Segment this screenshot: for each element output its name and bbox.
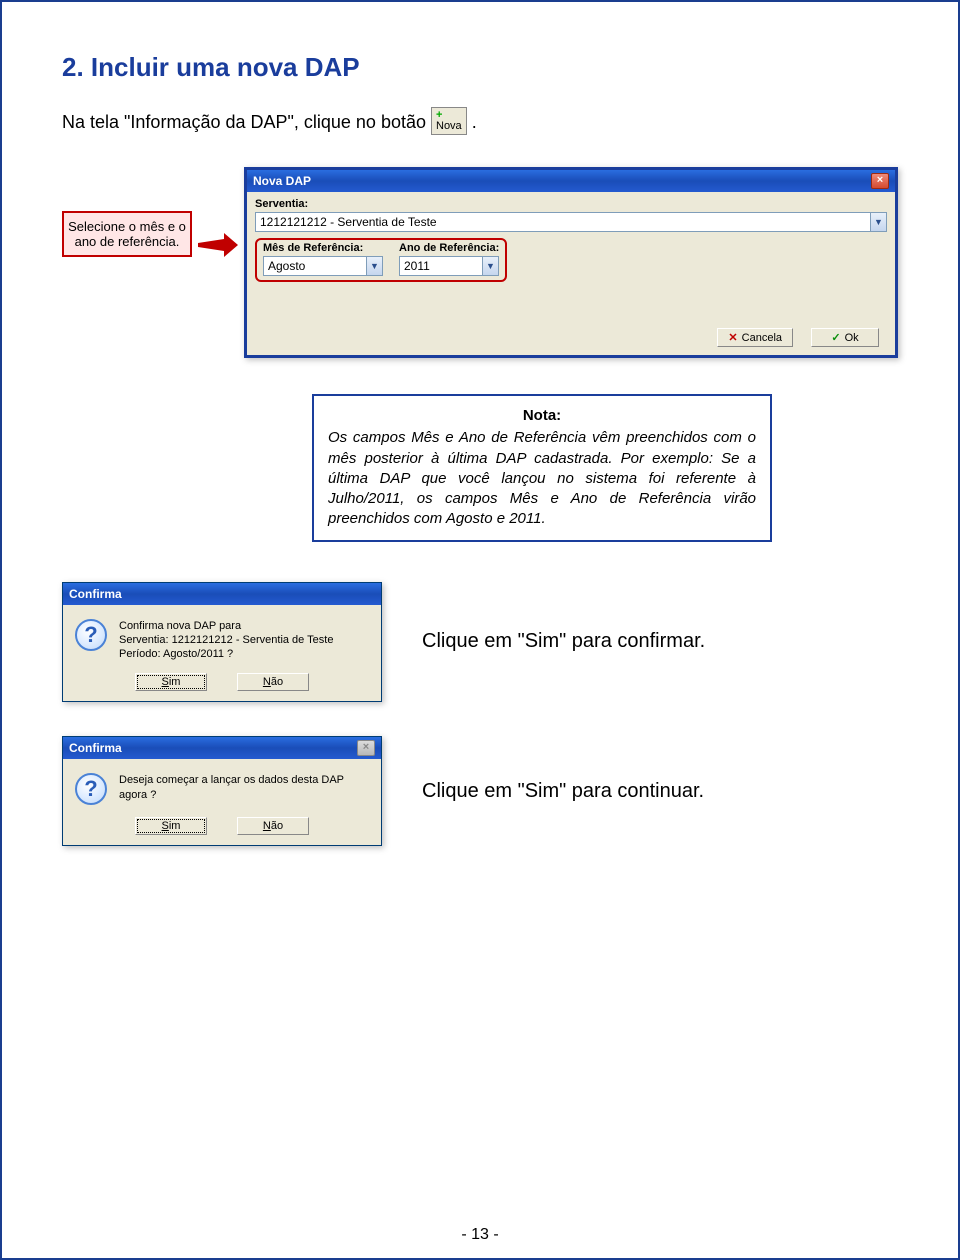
confirm1-instruction: Clique em "Sim" para confirmar.: [422, 630, 705, 653]
ok-label: Ok: [845, 332, 859, 344]
confirm2-text: Deseja começar a lançar os dados desta D…: [119, 773, 369, 805]
ok-button[interactable]: ✓ Ok: [811, 328, 879, 347]
serventia-label: Serventia:: [255, 198, 887, 210]
chevron-down-icon: ▼: [366, 257, 382, 275]
callout-arrow: [198, 233, 238, 263]
confirm1-title: Confirma: [69, 587, 122, 601]
nao-label: Não: [263, 676, 283, 688]
sim-label: Sim: [162, 820, 181, 832]
cancel-label: Cancela: [742, 332, 782, 344]
confirm1-text: Confirma nova DAP para Serventia: 121212…: [119, 619, 333, 662]
check-icon: ✓: [831, 331, 840, 344]
section-title: 2. Incluir uma nova DAP: [62, 52, 898, 83]
confirm2-line1: Deseja começar a lançar os dados desta D…: [119, 773, 369, 802]
nova-dap-buttons: ✕ Cancela ✓ Ok: [247, 320, 895, 355]
question-icon: ?: [75, 773, 107, 805]
note-title: Nota:: [328, 406, 756, 426]
nova-dap-titlebar: Nova DAP ×: [247, 170, 895, 192]
mes-label: Mês de Referência:: [263, 242, 383, 254]
intro-line: Na tela "Informação da DAP", clique no b…: [62, 109, 898, 137]
note-box: Nota: Os campos Mês e Ano de Referência …: [312, 394, 772, 542]
confirm1-line3: Período: Agosto/2011 ?: [119, 647, 333, 661]
cancel-button[interactable]: ✕ Cancela: [717, 328, 793, 347]
sim-label: Sim: [162, 676, 181, 688]
nao-button[interactable]: Não: [237, 817, 309, 835]
nova-button-inline[interactable]: + Nova: [431, 107, 467, 135]
confirm-dialog-2: Confirma × ? Deseja começar a lançar os …: [62, 736, 382, 846]
close-icon: ×: [357, 740, 375, 756]
chevron-down-icon: ▼: [482, 257, 498, 275]
reference-highlight: Mês de Referência: Agosto ▼ Ano de Refer…: [255, 238, 507, 282]
mes-value: Agosto: [268, 259, 305, 273]
confirm2-instruction: Clique em "Sim" para continuar.: [422, 780, 704, 803]
nao-button[interactable]: Não: [237, 673, 309, 691]
confirm2-title: Confirma: [69, 741, 122, 755]
mes-select[interactable]: Agosto ▼: [263, 256, 383, 276]
confirm-dialog-1: Confirma ? Confirma nova DAP para Serven…: [62, 582, 382, 703]
serventia-value: 1212121212 - Serventia de Teste: [260, 215, 437, 229]
page-number: - 13 -: [2, 1226, 958, 1244]
confirm1-titlebar: Confirma: [63, 583, 381, 605]
sim-button[interactable]: Sim: [135, 817, 207, 835]
confirm1-line2: Serventia: 1212121212 - Serventia de Tes…: [119, 633, 333, 647]
intro-suffix: .: [472, 112, 477, 132]
nao-label: Não: [263, 820, 283, 832]
ano-value: 2011: [404, 259, 430, 273]
question-icon: ?: [75, 619, 107, 651]
nova-dap-dialog: Nova DAP × Serventia: 1212121212 - Serve…: [244, 167, 898, 358]
ano-label: Ano de Referência:: [399, 242, 499, 254]
sim-button[interactable]: Sim: [135, 673, 207, 691]
x-icon: ✕: [728, 331, 737, 344]
serventia-select[interactable]: 1212121212 - Serventia de Teste ▼: [255, 212, 887, 232]
nova-dap-title: Nova DAP: [253, 174, 311, 188]
close-icon[interactable]: ×: [871, 173, 889, 189]
nova-label: Nova: [436, 120, 462, 132]
intro-prefix: Na tela "Informação da DAP", clique no b…: [62, 112, 431, 132]
ano-select[interactable]: 2011 ▼: [399, 256, 499, 276]
confirm1-line1: Confirma nova DAP para: [119, 619, 333, 633]
chevron-down-icon: ▼: [870, 213, 886, 231]
callout-reference: Selecione o mês e o ano de referência.: [62, 211, 192, 257]
note-body: Os campos Mês e Ano de Referência vêm pr…: [328, 429, 756, 527]
confirm2-titlebar: Confirma ×: [63, 737, 381, 759]
